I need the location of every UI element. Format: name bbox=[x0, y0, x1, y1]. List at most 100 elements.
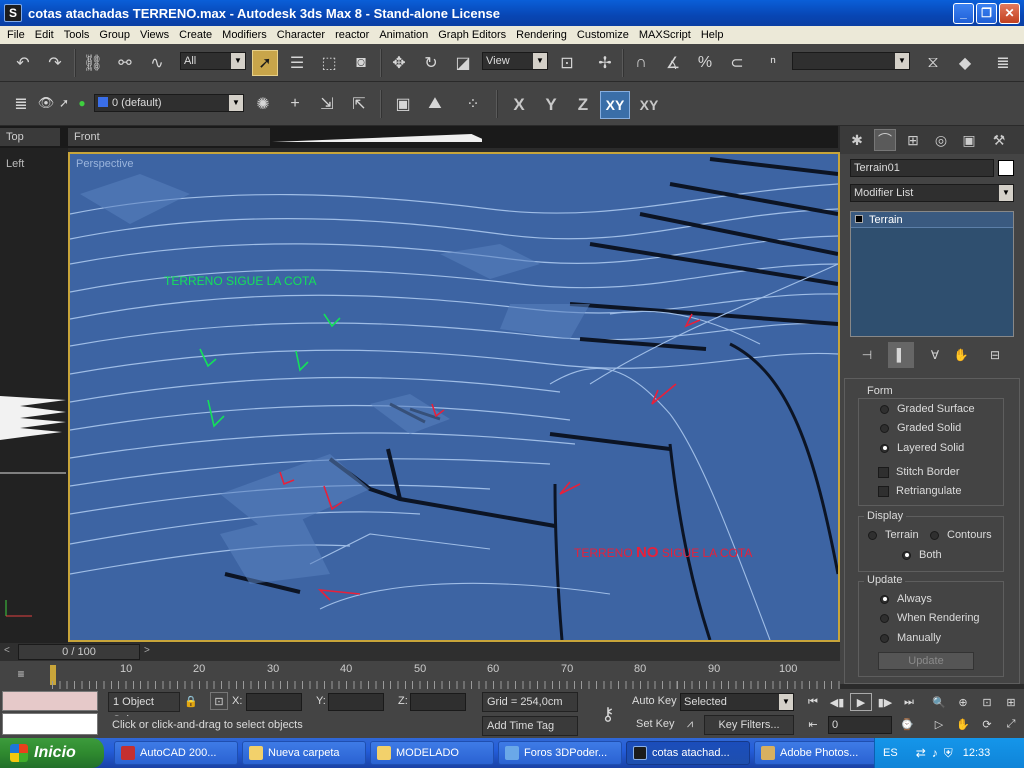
go-to-start-icon[interactable]: ⏮ bbox=[802, 693, 824, 711]
percent-snap-icon[interactable]: % bbox=[692, 50, 718, 76]
viewport-perspective-label[interactable]: Perspective bbox=[76, 158, 133, 170]
scale-icon[interactable]: ◪ bbox=[450, 50, 476, 76]
layer-manager-icon[interactable]: ≣ bbox=[990, 50, 1016, 76]
menu-edit[interactable]: Edit bbox=[30, 29, 59, 41]
object-color-swatch[interactable] bbox=[998, 160, 1014, 176]
maxscript-listener-bottom[interactable] bbox=[2, 713, 98, 735]
key-filters-button[interactable]: Key Filters... bbox=[704, 715, 794, 735]
viewport-left-label[interactable]: Left bbox=[6, 158, 24, 170]
axis-x-button[interactable]: X bbox=[504, 91, 534, 119]
y-coordinate-field[interactable] bbox=[328, 693, 384, 711]
menu-rendering[interactable]: Rendering bbox=[511, 29, 572, 41]
reference-coord-dropdown[interactable]: View ▼ bbox=[482, 52, 548, 70]
unlink-selection-icon[interactable]: ⚯ bbox=[112, 50, 138, 76]
axis-y-button[interactable]: Y bbox=[536, 91, 566, 119]
edit-named-selection-icon[interactable]: ⁿ bbox=[760, 50, 786, 76]
create-new-layer-icon[interactable]: ✺ bbox=[250, 91, 276, 117]
restore-button[interactable]: ❐ bbox=[976, 2, 997, 24]
display-both-radio[interactable]: Both bbox=[902, 549, 942, 561]
menu-create[interactable]: Create bbox=[174, 29, 217, 41]
slider-next-icon[interactable]: > bbox=[144, 645, 150, 656]
redo-icon[interactable]: ↷ bbox=[42, 50, 68, 76]
manipulate-icon[interactable]: ✢ bbox=[592, 50, 618, 76]
update-button[interactable]: Update bbox=[878, 652, 974, 670]
menu-reactor[interactable]: reactor bbox=[330, 29, 374, 41]
move-icon[interactable]: ✥ bbox=[386, 50, 412, 76]
menu-customize[interactable]: Customize bbox=[572, 29, 634, 41]
auto-key-button[interactable]: Auto Key bbox=[632, 695, 677, 707]
axis-z-button[interactable]: Z bbox=[568, 91, 598, 119]
utilities-tab-icon[interactable]: ⚒ bbox=[988, 129, 1010, 151]
menu-views[interactable]: Views bbox=[135, 29, 174, 41]
3ds-max-icon[interactable]: S bbox=[4, 4, 22, 22]
play-icon[interactable]: ▶ bbox=[850, 693, 872, 711]
security-icon[interactable]: ⛨ bbox=[944, 746, 953, 761]
select-objects-in-layer-icon[interactable]: ⇲ bbox=[314, 91, 340, 117]
minimize-button[interactable]: _ bbox=[953, 2, 974, 24]
pan-icon[interactable]: ✋ bbox=[952, 715, 974, 733]
graded-surface-radio[interactable]: Graded Surface bbox=[880, 403, 975, 415]
rotate-icon[interactable]: ↻ bbox=[418, 50, 444, 76]
display-tab-icon[interactable]: ▣ bbox=[958, 129, 980, 151]
set-key-button[interactable]: Set Key bbox=[636, 718, 675, 730]
viewport-top-label[interactable]: Top bbox=[0, 128, 60, 146]
undo-icon[interactable]: ↶ bbox=[10, 50, 36, 76]
time-configuration-icon[interactable]: ⌚ bbox=[896, 715, 918, 733]
display-terrain-radio[interactable]: Terrain bbox=[868, 529, 919, 541]
key-icon[interactable]: ⚷ bbox=[588, 697, 628, 731]
create-tab-icon[interactable]: ✱ bbox=[846, 129, 868, 151]
window-crossing-icon[interactable]: ◙ bbox=[348, 50, 374, 76]
bind-to-space-warp-icon[interactable]: ∿ bbox=[144, 50, 170, 76]
remove-modifier-icon[interactable]: ✋ bbox=[948, 342, 974, 368]
language-indicator[interactable]: ES bbox=[883, 747, 898, 759]
update-always-radio[interactable]: Always bbox=[880, 593, 932, 605]
pin-stack-icon[interactable]: ⊣ bbox=[854, 342, 880, 368]
add-time-tag-button[interactable]: Add Time Tag bbox=[482, 716, 578, 736]
volume-icon[interactable]: ♪ bbox=[932, 746, 938, 760]
taskbar-item-nueva-carpeta[interactable]: Nueva carpeta bbox=[242, 741, 366, 765]
modifier-stack[interactable]: Terrain bbox=[850, 211, 1014, 337]
close-button[interactable]: ✕ bbox=[999, 2, 1020, 24]
retriangulate-checkbox[interactable]: Retriangulate bbox=[878, 485, 961, 497]
spinner-snap-icon[interactable]: ⊂ bbox=[724, 50, 750, 76]
field-of-view-icon[interactable]: ▷ bbox=[928, 715, 950, 733]
update-when-rendering-radio[interactable]: When Rendering bbox=[880, 612, 980, 624]
zoom-all-icon[interactable]: ⊕ bbox=[952, 693, 974, 711]
taskbar-item-autocad[interactable]: AutoCAD 200... bbox=[114, 741, 238, 765]
select-object-icon[interactable]: ➚ bbox=[252, 50, 278, 76]
axis-constraint-button[interactable]: XY bbox=[634, 91, 664, 119]
box-icon[interactable]: ▣ bbox=[390, 91, 416, 117]
go-to-end-icon[interactable]: ⏭ bbox=[898, 693, 920, 711]
display-contours-radio[interactable]: Contours bbox=[930, 529, 992, 541]
menu-modifiers[interactable]: Modifiers bbox=[217, 29, 272, 41]
previous-frame-icon[interactable]: ◀▮ bbox=[826, 693, 848, 711]
selection-filter-dropdown[interactable]: All ▼ bbox=[180, 52, 246, 70]
hierarchy-tab-icon[interactable]: ⊞ bbox=[902, 129, 924, 151]
modifier-list-dropdown[interactable]: Modifier List ▼ bbox=[850, 184, 1014, 202]
menu-graph-editors[interactable]: Graph Editors bbox=[433, 29, 511, 41]
terrain-icon[interactable]: ⛰ bbox=[422, 91, 448, 117]
update-manually-radio[interactable]: Manually bbox=[880, 632, 941, 644]
eye-icon[interactable]: 👁 bbox=[38, 92, 55, 114]
scatter-icon[interactable]: ⁘ bbox=[460, 91, 486, 117]
layers-icon[interactable]: ≣ bbox=[8, 91, 34, 117]
key-mode-dropdown[interactable]: Selected ▼ bbox=[680, 693, 794, 711]
x-coordinate-field[interactable] bbox=[246, 693, 302, 711]
time-slider[interactable]: < 0 / 100 > bbox=[0, 643, 840, 661]
angle-snap-icon[interactable]: ∡ bbox=[660, 50, 686, 76]
menu-help[interactable]: Help bbox=[696, 29, 729, 41]
cursor-icon[interactable]: ➚ bbox=[56, 92, 72, 114]
z-coordinate-field[interactable] bbox=[410, 693, 466, 711]
maximize-viewport-icon[interactable]: ⤢ bbox=[1000, 715, 1022, 733]
track-bar[interactable]: ≡ 10 20 30 40 50 60 70 80 90 100 bbox=[0, 661, 840, 689]
render-teapot-icon[interactable]: ● bbox=[74, 92, 90, 114]
lock-selection-icon[interactable]: 🔒 bbox=[182, 692, 200, 710]
arc-rotate-icon[interactable]: ⟳ bbox=[976, 715, 998, 733]
show-end-result-icon[interactable]: ▌ bbox=[888, 342, 914, 368]
stack-item-terrain[interactable]: Terrain bbox=[851, 212, 1013, 228]
zoom-extents-icon[interactable]: ⊡ bbox=[976, 693, 998, 711]
named-selection-dropdown[interactable]: ▼ bbox=[792, 52, 910, 70]
add-to-layer-icon[interactable]: + bbox=[282, 91, 308, 117]
network-icon[interactable]: ⇄ bbox=[916, 746, 926, 760]
maxscript-listener-top[interactable] bbox=[2, 691, 98, 711]
